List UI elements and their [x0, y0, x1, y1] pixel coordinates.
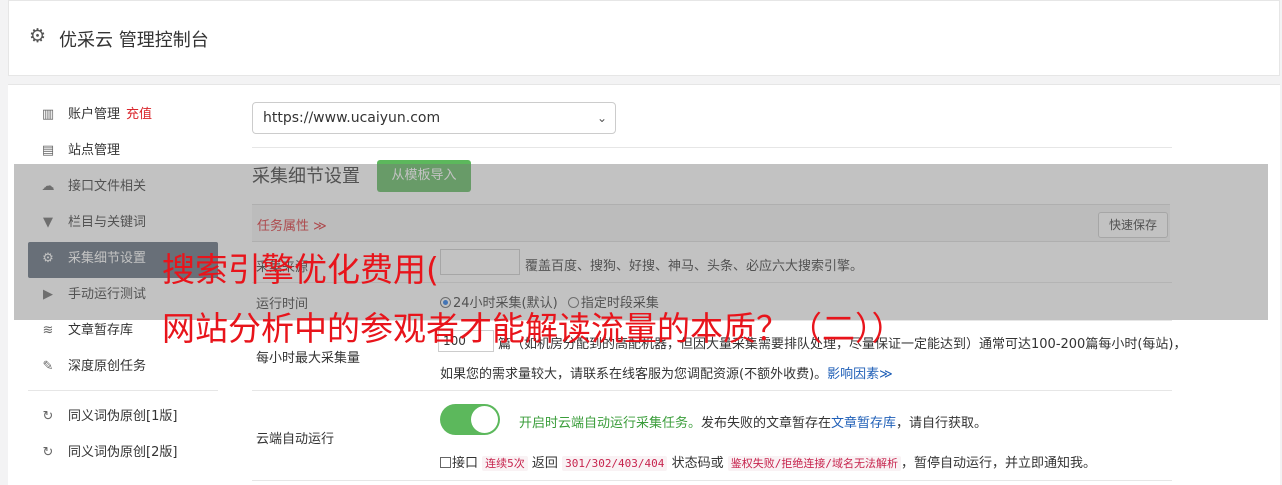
row-divider	[252, 390, 1172, 391]
cloud-run-enabled-text: 开启时云端自动运行采集任务。	[519, 416, 702, 431]
server-icon: ▤	[41, 143, 55, 158]
site-select-value: https://www.ucaiyun.com	[263, 110, 441, 126]
cloud-run-toggle[interactable]	[440, 404, 500, 435]
sidebar-item-label: 同义词伪原创[1版]	[68, 409, 178, 424]
overlay-headline-1: 搜索引擎优化费用(	[162, 250, 439, 289]
pause-end: ，暂停自动运行，并立即通知我。	[900, 456, 1096, 471]
overlay-headline-2: 网站分析中的参观者才能解读流量的本质？（二））	[162, 309, 905, 348]
divider	[252, 147, 1172, 148]
refresh-icon: ↻	[42, 445, 54, 460]
cloud-run-text3: ，请自行获取。	[896, 416, 988, 431]
sidebar-item-label: 账户管理	[68, 107, 121, 122]
refresh-icon: ↻	[42, 409, 54, 424]
cloud-run-description: 开启时云端自动运行采集任务。发布失败的文章暂存在文章暂存库，请自行获取。	[519, 412, 987, 431]
sidebar-item-deep-original[interactable]: ✎ 深度原创任务	[28, 350, 218, 386]
sidebar-item-account[interactable]: ▥ 账户管理 充值	[28, 98, 218, 134]
pause-checkbox[interactable]	[440, 457, 451, 468]
toggle-knob	[471, 406, 498, 433]
top-header: ⚙ 优采云 管理控制台	[8, 0, 1280, 76]
gear-icon: ⚙	[29, 25, 47, 47]
code-consecutive: 连续5次	[482, 456, 528, 471]
chevron-down-icon: ⌄	[596, 111, 607, 125]
overlay-banner	[14, 164, 1268, 320]
max-per-hour-label: 每小时最大采集量	[256, 351, 361, 366]
bar-chart-icon: ▥	[41, 107, 55, 122]
contact-text: 如果您的需求量较大，请联系在线客服为您调配资源(不额外收费)。	[440, 367, 828, 382]
cloud-run-text2: 发布失败的文章暂存在	[701, 416, 832, 431]
cloud-run-label: 云端自动运行	[256, 432, 335, 447]
sidebar-item-synonym-v2[interactable]: ↻ 同义词伪原创[2版]	[28, 436, 218, 472]
page-title: 优采云 管理控制台	[59, 30, 209, 51]
pause-option: 接口 连续5次 返回 301/302/403/404 状态码或 鉴权失败/拒绝连…	[440, 452, 1096, 471]
sidebar-item-synonym-v1[interactable]: ↻ 同义词伪原创[1版]	[28, 400, 218, 436]
code-status: 301/302/403/404	[562, 456, 668, 471]
factors-link[interactable]: 影响因素≫	[827, 367, 893, 382]
recharge-link[interactable]: 充值	[126, 107, 152, 122]
sidebar-item-label: 同义词伪原创[2版]	[68, 445, 178, 460]
pause-prefix: 接口	[452, 456, 479, 471]
max-per-hour-note2: 如果您的需求量较大，请联系在线客服为您调配资源(不额外收费)。影响因素≫	[440, 363, 893, 382]
pause-mid1: 返回	[531, 456, 558, 471]
edit-icon: ✎	[42, 359, 54, 374]
row-divider	[252, 480, 1172, 481]
code-errors: 鉴权失败/拒绝连接/域名无法解析	[727, 456, 901, 471]
pause-mid2: 状态码或	[671, 456, 724, 471]
sidebar-divider	[28, 390, 218, 391]
site-select[interactable]: https://www.ucaiyun.com ⌄	[252, 102, 616, 134]
sidebar-item-label: 深度原创任务	[68, 359, 147, 374]
sidebar-item-label: 文章暂存库	[68, 323, 134, 338]
article-store-link[interactable]: 文章暂存库	[831, 416, 896, 431]
sidebar-item-label: 站点管理	[68, 143, 121, 158]
